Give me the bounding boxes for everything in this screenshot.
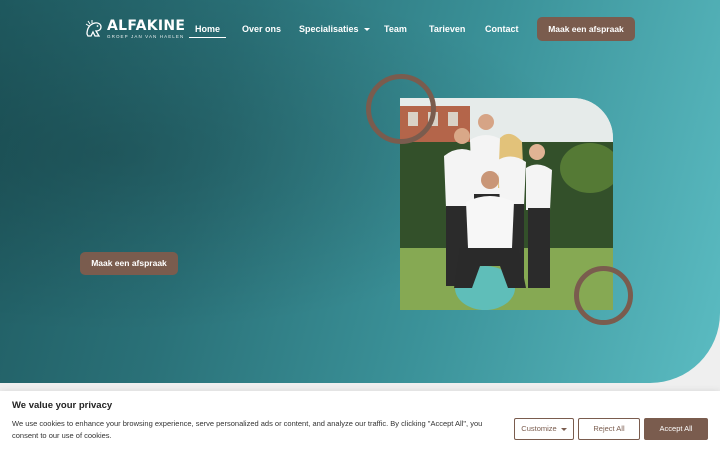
cookie-text: We use cookies to enhance your browsing … (12, 419, 483, 440)
nav-item-specialisaties[interactable]: Specialisaties (299, 18, 370, 40)
cookie-title: We value your privacy (12, 400, 113, 411)
cookie-reject-button[interactable]: Reject All (578, 418, 640, 440)
nav-item-specialisaties-label: Specialisaties (299, 24, 359, 34)
cookie-banner: We value your privacy We use cookies to … (0, 391, 720, 450)
hero-appointment-button[interactable]: Maak een afspraak (80, 252, 178, 275)
logo-text: ALFAKINE GROEP JAN VAN HAELEN (107, 19, 185, 40)
nav-item-tarieven[interactable]: Tarieven (429, 18, 465, 40)
header-appointment-button[interactable]: Maak een afspraak (537, 17, 635, 41)
nav-item-over-ons[interactable]: Over ons (242, 18, 281, 40)
decorative-ring-top (366, 74, 436, 144)
cookie-customize-label: Customize (521, 424, 557, 433)
nav-item-team[interactable]: Team (384, 18, 407, 40)
page: ALFAKINE GROEP JAN VAN HAELEN Home Over … (0, 0, 720, 450)
decorative-ring-bottom (574, 266, 633, 325)
hero-section: ALFAKINE GROEP JAN VAN HAELEN Home Over … (0, 0, 720, 383)
chevron-down-icon (363, 28, 370, 32)
brand-name: ALFAKINE (107, 17, 186, 34)
nav-item-home[interactable]: Home (188, 18, 227, 40)
chevron-down-icon (560, 427, 567, 431)
logo[interactable]: ALFAKINE GROEP JAN VAN HAELEN (84, 18, 185, 40)
brand-tagline: GROEP JAN VAN HAELEN (107, 33, 185, 39)
nav-item-contact[interactable]: Contact (485, 18, 519, 40)
cookie-accept-button[interactable]: Accept All (644, 418, 708, 440)
hero-watermark-text (82, 130, 93, 168)
cookie-customize-button[interactable]: Customize (514, 418, 574, 440)
logo-lion-icon (85, 20, 102, 37)
